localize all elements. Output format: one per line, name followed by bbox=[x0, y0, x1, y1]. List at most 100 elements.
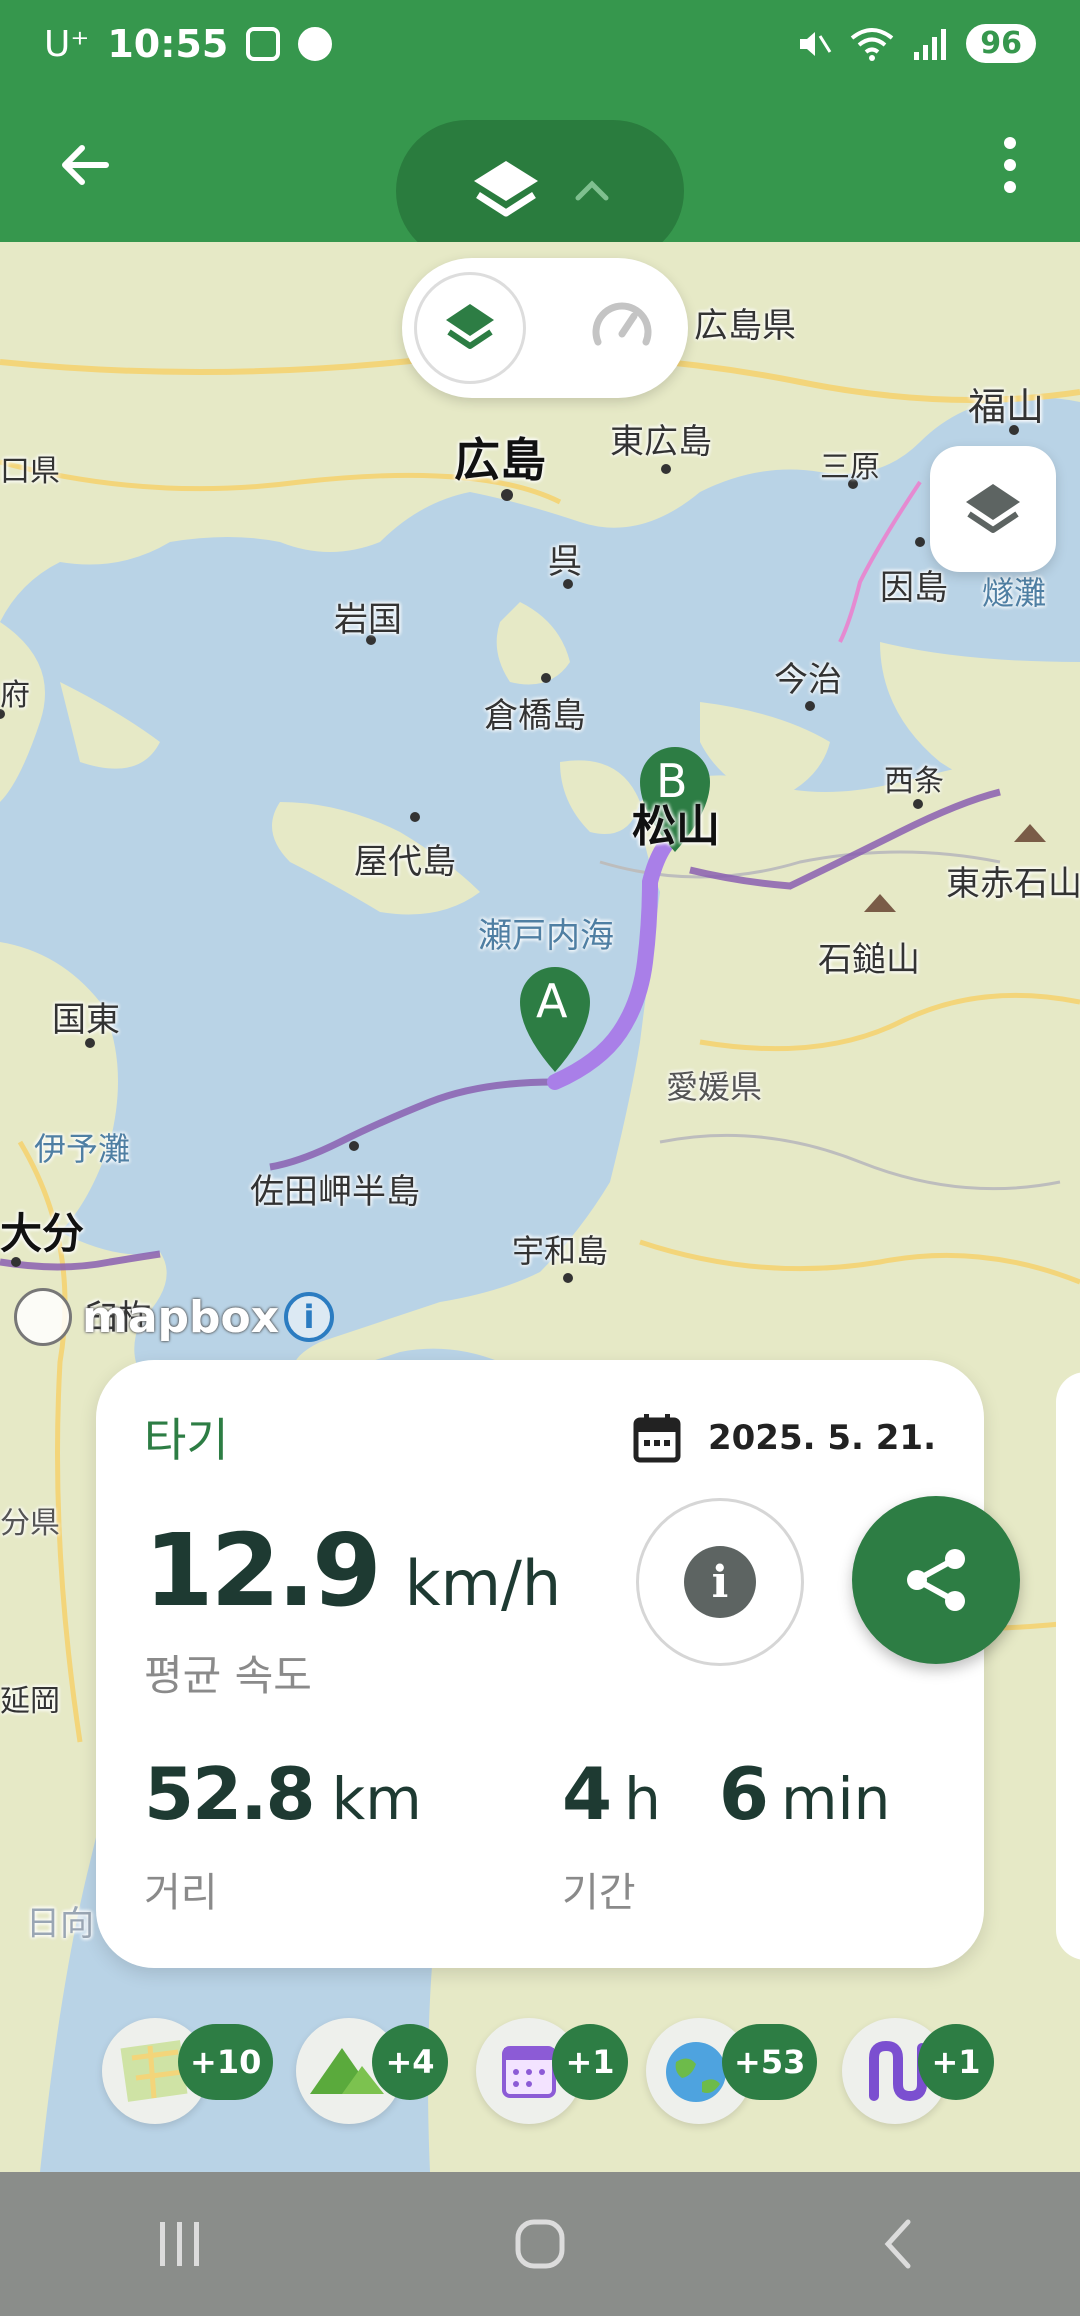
map-label: 岩国 bbox=[334, 600, 402, 640]
map-label: 屋代島 bbox=[354, 842, 456, 882]
badge-count: +10 bbox=[178, 2024, 274, 2100]
badge-map[interactable]: +10 bbox=[102, 2018, 274, 2124]
badge-globe[interactable]: +53 bbox=[646, 2018, 818, 2124]
map-label: 佐田岬半島 bbox=[250, 1172, 420, 1212]
activity-type: 타기 bbox=[144, 1413, 229, 1467]
duration-minutes-unit: min bbox=[780, 1765, 891, 1833]
map-label: 広島県 bbox=[694, 306, 796, 346]
mode-speed-button[interactable] bbox=[572, 278, 672, 378]
badge-count: +1 bbox=[552, 2024, 628, 2100]
map-label: 福山 bbox=[968, 385, 1045, 429]
status-time: 10:55 bbox=[107, 22, 229, 66]
map-label: 呉 bbox=[548, 542, 582, 582]
nav-back-icon bbox=[884, 2219, 911, 2269]
map-label: 大分 bbox=[0, 1209, 85, 1258]
avg-speed-value: 12.9 bbox=[144, 1512, 382, 1629]
map-label: 燧灘 bbox=[982, 574, 1047, 612]
app-bar bbox=[0, 90, 1080, 262]
mode-layers-button[interactable] bbox=[414, 272, 526, 384]
badge-count: +1 bbox=[918, 2024, 994, 2100]
map-label: 宇和島 bbox=[512, 1232, 609, 1270]
mute-icon bbox=[800, 31, 832, 56]
more-options-button[interactable] bbox=[980, 130, 1040, 200]
badge-route[interactable]: +1 bbox=[842, 2018, 994, 2124]
duration-label: 기간 bbox=[562, 1870, 636, 1916]
activity-info-button[interactable]: i bbox=[636, 1498, 804, 1666]
share-icon bbox=[907, 1549, 965, 1611]
duration-hours-value: 4 bbox=[562, 1752, 612, 1836]
map-style-toggle[interactable] bbox=[396, 120, 684, 262]
city-dot bbox=[915, 537, 925, 547]
city-dot bbox=[913, 799, 923, 809]
activity-summary-card: 타기 2025. 5. 21. 12.9 km/h 평균 속도 i 52.8 k… bbox=[96, 1360, 984, 1968]
map-label: 伊予灘 bbox=[34, 1130, 131, 1168]
layers-icon bbox=[446, 304, 494, 349]
mapbox-logo-icon bbox=[14, 1288, 72, 1346]
map-label: 西条 bbox=[884, 764, 944, 799]
city-dot bbox=[349, 1141, 359, 1151]
map-label: 国東 bbox=[52, 1000, 120, 1040]
map-label: 広島 bbox=[454, 433, 546, 487]
map-label: 延岡 bbox=[0, 1684, 60, 1719]
back-button[interactable] bbox=[50, 130, 120, 200]
map-label: 愛媛県 bbox=[666, 1068, 763, 1106]
city-dot bbox=[501, 489, 513, 501]
info-icon: i bbox=[684, 1546, 756, 1618]
recent-apps-button[interactable] bbox=[130, 2204, 230, 2284]
mapbox-attribution[interactable]: mapbox bbox=[14, 1288, 279, 1346]
layers-icon bbox=[474, 161, 538, 217]
city-dot bbox=[661, 464, 671, 474]
screenshot-icon bbox=[246, 27, 281, 61]
speedometer-icon bbox=[592, 302, 652, 346]
signal-icon bbox=[914, 28, 947, 60]
mapbox-wordmark: mapbox bbox=[82, 1291, 280, 1343]
badge-count: +4 bbox=[372, 2024, 448, 2100]
duration-minutes-value: 6 bbox=[718, 1752, 769, 1836]
duration-hours-unit: h bbox=[624, 1765, 661, 1833]
map-label: 東赤石山 bbox=[946, 864, 1080, 904]
system-nav-bar bbox=[0, 2172, 1080, 2316]
city-dot bbox=[410, 812, 420, 822]
map-info-button[interactable]: i bbox=[284, 1292, 334, 1342]
badge-mountain[interactable]: +4 bbox=[296, 2018, 448, 2124]
activity-date: 2025. 5. 21. bbox=[707, 1418, 936, 1458]
map-label: 日向 bbox=[26, 1904, 94, 1944]
distance-label: 거리 bbox=[144, 1870, 218, 1916]
badge-count: +53 bbox=[722, 2024, 818, 2100]
city-dot bbox=[805, 701, 815, 711]
home-button[interactable] bbox=[490, 2204, 590, 2284]
map-label: 府 bbox=[0, 678, 30, 713]
city-dot bbox=[541, 673, 551, 683]
badge-calendar[interactable]: +1 bbox=[476, 2018, 628, 2124]
avg-speed-unit: km/h bbox=[404, 1547, 562, 1620]
home-icon bbox=[515, 2219, 565, 2269]
map-layers-button[interactable] bbox=[930, 446, 1056, 572]
more-vert-icon bbox=[1004, 137, 1016, 149]
end-marker-label: B bbox=[656, 754, 688, 808]
map-label: 口県 bbox=[0, 454, 60, 489]
map-mode-switcher bbox=[402, 258, 688, 398]
distance-unit: km bbox=[331, 1765, 422, 1833]
chevron-up-icon bbox=[575, 180, 609, 201]
next-card-peek[interactable] bbox=[1056, 1372, 1080, 1960]
share-button[interactable] bbox=[852, 1496, 1020, 1664]
avg-speed-label: 평균 속도 bbox=[144, 1651, 312, 1700]
app-notification-icon bbox=[298, 27, 333, 61]
layers-icon bbox=[966, 484, 1020, 533]
calendar-icon bbox=[633, 1414, 681, 1463]
map-label: 今治 bbox=[774, 660, 842, 700]
battery-level: 96 bbox=[966, 24, 1036, 63]
nav-back-button[interactable] bbox=[850, 2204, 950, 2284]
map-label: 東広島 bbox=[610, 422, 712, 462]
wifi-icon bbox=[851, 27, 894, 61]
arrow-left-icon bbox=[62, 145, 109, 185]
start-marker-label: A bbox=[536, 974, 568, 1028]
recent-apps-icon bbox=[160, 2222, 199, 2266]
map-label: 倉橋島 bbox=[484, 696, 586, 736]
map-label: 三原 bbox=[820, 450, 880, 485]
map-label: 石鎚山 bbox=[818, 940, 920, 980]
map-label: 分県 bbox=[0, 1506, 60, 1541]
city-dot bbox=[563, 1273, 573, 1283]
map-label: 瀬戸内海 bbox=[478, 916, 614, 956]
achievement-badges: +10 +4 +1 +53 +1 bbox=[0, 2018, 1080, 2128]
